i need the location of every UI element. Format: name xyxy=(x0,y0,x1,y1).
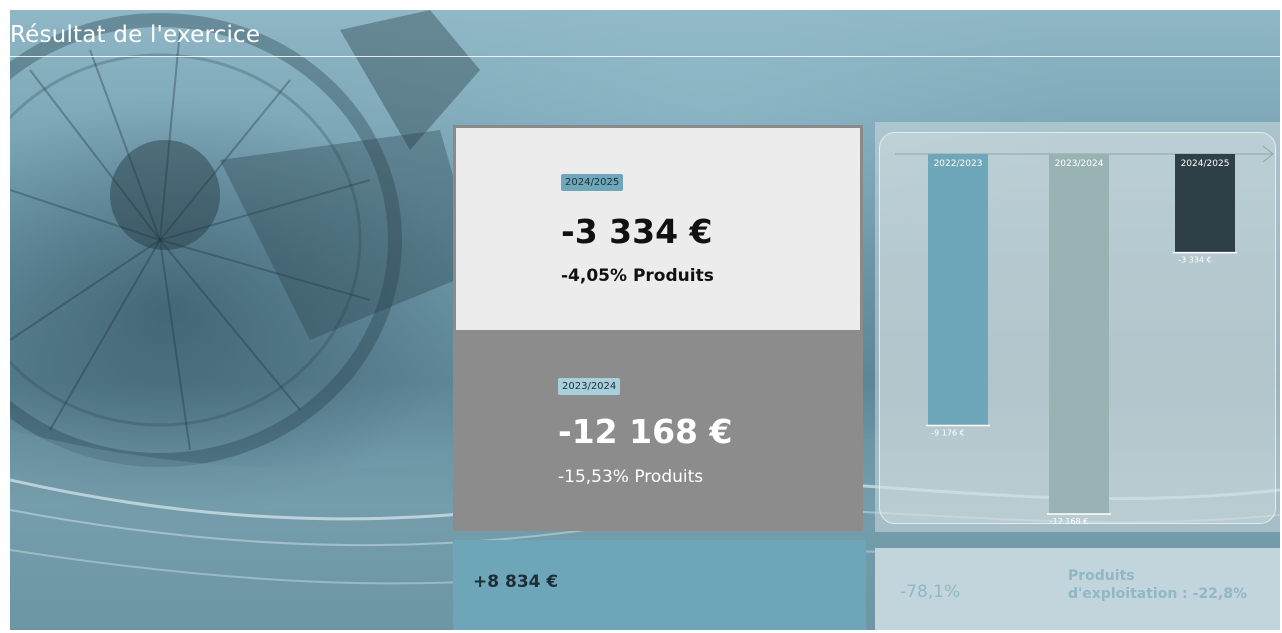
produits-exploitation-value: d'exploitation : -22,8% xyxy=(1068,586,1248,602)
ratio-panel: -78,1% Produits d'exploitation : -22,8% xyxy=(875,548,1280,630)
result-chart-panel: 2022/2023 -9 176 € 2023/2024 -12 168 € 2024/… xyxy=(875,122,1280,532)
ratio-percentage: -78,1% xyxy=(900,582,961,602)
chart-value-label: -12 168 € xyxy=(1050,517,1089,526)
previous-result-pct: -15,53% Produits xyxy=(558,467,704,487)
chart-category-label: 2024/2025 xyxy=(1181,159,1230,169)
delta-amount: +8 834 € xyxy=(473,572,559,592)
chart-value-label: -9 176 € xyxy=(931,428,964,437)
result-bar-chart: 2022/2023 -9 176 € 2023/2024 -12 168 € 2024/… xyxy=(895,145,1274,526)
current-year-panel: 2024/2025 -3 334 € -4,05% Produits xyxy=(453,125,863,330)
chart-value-label: -3 334 € xyxy=(1178,256,1211,265)
current-year-badge: 2024/2025 xyxy=(561,174,624,191)
previous-year-panel: 2023/2024 -12 168 € -15,53% Produits xyxy=(453,330,863,531)
slide: Résultat de l'exercice 2024/2025 -3 334 … xyxy=(10,10,1280,630)
current-result-pct: -4,05% Produits xyxy=(561,266,714,286)
previous-year-badge: 2023/2024 xyxy=(558,378,621,395)
title-divider xyxy=(10,56,1280,57)
chart-category-label: 2023/2024 xyxy=(1055,159,1104,169)
previous-result-amount: -12 168 € xyxy=(558,412,733,451)
current-result-amount: -3 334 € xyxy=(561,212,713,251)
chart-bar xyxy=(1049,154,1109,514)
chart-bar xyxy=(928,154,988,426)
chart-category-label: 2022/2023 xyxy=(934,159,983,169)
delta-panel: +8 834 € xyxy=(453,540,866,630)
slide-title: Résultat de l'exercice xyxy=(10,22,261,48)
produits-label: Produits xyxy=(1068,568,1135,584)
produits-exploitation-change: Produits d'exploitation : -22,8% xyxy=(1068,567,1247,603)
